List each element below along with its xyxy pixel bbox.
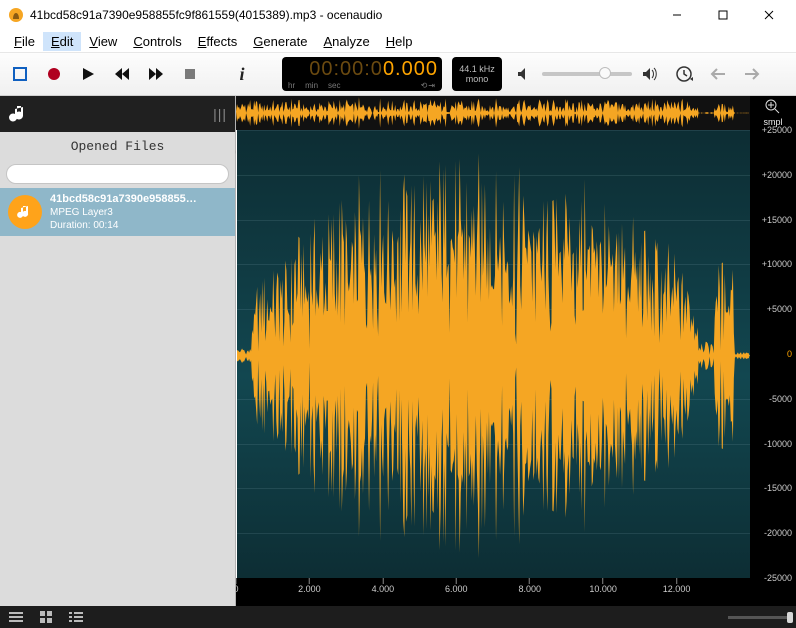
time-display-dim: 00:00:0 bbox=[309, 59, 383, 79]
fast-forward-button[interactable] bbox=[144, 62, 168, 86]
playhead[interactable] bbox=[236, 130, 237, 578]
volume-high-icon bbox=[638, 62, 662, 86]
view-detail-icon[interactable] bbox=[68, 609, 84, 625]
amp-mark: +5000 bbox=[767, 304, 792, 314]
time-tick: 10.000 bbox=[589, 578, 617, 594]
volume-low-icon bbox=[512, 62, 536, 86]
menu-generate[interactable]: Generate bbox=[245, 32, 315, 51]
time-display[interactable]: 00:00:00.000 hrminsec⟲⇥ bbox=[282, 57, 442, 91]
time-axis[interactable]: 0 2.000 4.000 6.000 8.000 10.000 12.000 bbox=[236, 578, 750, 606]
menu-analyze[interactable]: Analyze bbox=[315, 32, 377, 51]
amplitude-ruler[interactable]: smpl +25000+20000+15000+10000+50000-5000… bbox=[750, 96, 796, 606]
maximize-button[interactable] bbox=[700, 0, 746, 30]
amp-mark: +15000 bbox=[762, 215, 792, 225]
amp-mark: -5000 bbox=[769, 394, 792, 404]
amp-mark: -25000 bbox=[764, 573, 792, 583]
amp-mark: -10000 bbox=[764, 439, 792, 449]
overview-waveform[interactable] bbox=[236, 96, 750, 130]
music-note-icon bbox=[8, 103, 30, 125]
file-item[interactable]: 41bcd58c91a7390e958855fc9… MPEG Layer3 D… bbox=[0, 188, 235, 236]
waveform-pane: 02.0004.0006.0008.00010.00012.000 smpl +… bbox=[236, 96, 796, 606]
nav-back-button[interactable] bbox=[706, 62, 730, 86]
time-display-value: 0.000 bbox=[383, 59, 438, 79]
file-duration: Duration: 00:14 bbox=[50, 219, 200, 232]
format-display[interactable]: 44.1 kHz mono bbox=[452, 57, 502, 91]
history-button[interactable] bbox=[672, 62, 696, 86]
file-type-icon bbox=[8, 195, 42, 229]
amp-mark: +10000 bbox=[762, 259, 792, 269]
time-tick: 8.000 bbox=[518, 578, 541, 594]
menu-view[interactable]: View bbox=[81, 32, 125, 51]
time-display-labels: hrminsec⟲⇥ bbox=[288, 81, 436, 90]
amp-mark: 0 bbox=[787, 349, 792, 359]
record-button[interactable] bbox=[42, 62, 66, 86]
zoom-slider[interactable] bbox=[98, 616, 788, 619]
menu-effects[interactable]: Effects bbox=[190, 32, 246, 51]
file-list-empty bbox=[0, 236, 235, 606]
time-tick: 4.000 bbox=[372, 578, 395, 594]
main-waveform[interactable] bbox=[236, 130, 750, 582]
sample-rate: 44.1 kHz bbox=[459, 64, 495, 74]
sidebar-header: ||| bbox=[0, 96, 235, 132]
play-button[interactable] bbox=[76, 62, 100, 86]
menu-edit[interactable]: Edit bbox=[43, 32, 81, 51]
window-title: 41bcd58c91a7390e958855fc9f861559(4015389… bbox=[30, 8, 654, 22]
time-tick: 2.000 bbox=[298, 578, 321, 594]
time-tick: 12.000 bbox=[663, 578, 691, 594]
menu-bar: File Edit View Controls Effects Generate… bbox=[0, 30, 796, 52]
sidebar: ||| Opened Files 41bcd58c91a7390e958855f… bbox=[0, 96, 236, 606]
stop-button[interactable] bbox=[178, 62, 202, 86]
nav-forward-button[interactable] bbox=[740, 62, 764, 86]
channels: mono bbox=[466, 74, 489, 84]
amp-mark: -15000 bbox=[764, 483, 792, 493]
sidebar-title: Opened Files bbox=[0, 132, 235, 160]
file-codec: MPEG Layer3 bbox=[50, 206, 200, 219]
view-grid-icon[interactable] bbox=[38, 609, 54, 625]
close-button[interactable] bbox=[746, 0, 792, 30]
app-icon bbox=[8, 7, 24, 23]
toolbar: i 00:00:00.000 hrminsec⟲⇥ 44.1 kHz mono bbox=[0, 52, 796, 96]
volume-slider[interactable] bbox=[542, 72, 632, 76]
amp-mark: -20000 bbox=[764, 528, 792, 538]
menu-controls[interactable]: Controls bbox=[125, 32, 189, 51]
sidebar-collapse-icon[interactable]: ||| bbox=[213, 106, 227, 122]
zoom-in-icon[interactable] bbox=[765, 99, 781, 115]
time-tick: 6.000 bbox=[445, 578, 468, 594]
menu-file[interactable]: File bbox=[6, 32, 43, 51]
title-bar: 41bcd58c91a7390e958855fc9f861559(4015389… bbox=[0, 0, 796, 30]
file-name: 41bcd58c91a7390e958855fc9… bbox=[50, 193, 200, 206]
time-tick: 0 bbox=[236, 578, 239, 594]
amp-mark: +25000 bbox=[762, 125, 792, 135]
menu-help[interactable]: Help bbox=[378, 32, 421, 51]
rewind-button[interactable] bbox=[110, 62, 134, 86]
info-button[interactable]: i bbox=[230, 62, 254, 86]
search-input[interactable] bbox=[6, 164, 229, 184]
view-list-icon[interactable] bbox=[8, 609, 24, 625]
region-tool-button[interactable] bbox=[8, 62, 32, 86]
amp-mark: +20000 bbox=[762, 170, 792, 180]
status-bar bbox=[0, 606, 796, 628]
minimize-button[interactable] bbox=[654, 0, 700, 30]
file-meta: 41bcd58c91a7390e958855fc9… MPEG Layer3 D… bbox=[50, 193, 200, 232]
